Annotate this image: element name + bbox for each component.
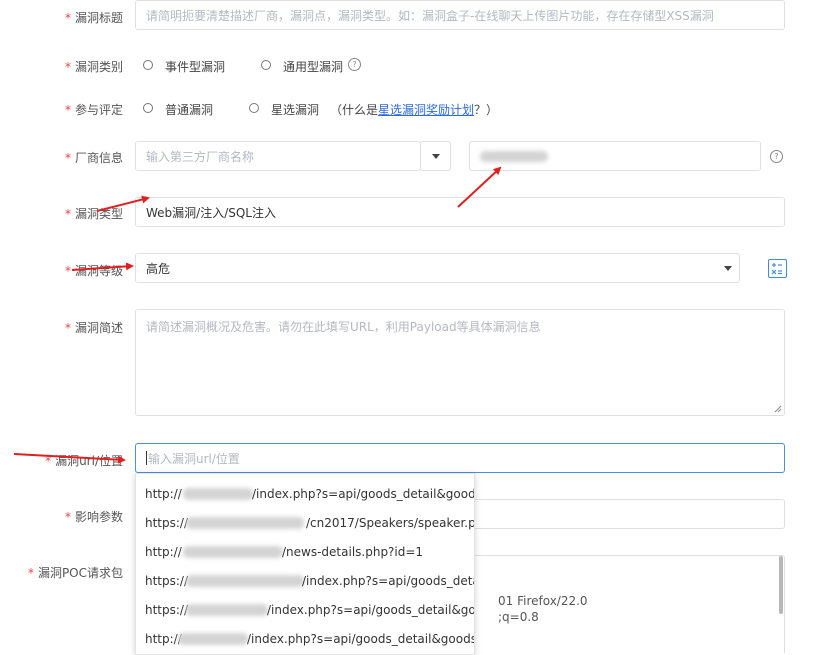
redacted-domain xyxy=(186,575,304,587)
vuln-type-label: * 漏洞类型 xyxy=(64,207,123,221)
suggestion-item[interactable]: https:// /index.php?s=api/goods_detail&g… xyxy=(136,595,474,624)
rating-note: （什么是星选漏洞奖励计划？） xyxy=(330,103,499,117)
caret-down-icon xyxy=(432,154,440,159)
category-radio-event[interactable] xyxy=(143,60,153,70)
suggestion-item[interactable]: http:// /index.php?s=api/goods_detail&go… xyxy=(136,479,474,508)
suggestion-item[interactable]: http:// /index.php?s=api/goods_detail&go… xyxy=(136,624,474,653)
redacted-domain xyxy=(186,517,304,529)
url-suggestions-dropdown: http:// /index.php?s=api/goods_detail&go… xyxy=(135,473,475,655)
vendor-input[interactable]: 输入第三方厂商名称 xyxy=(135,141,421,171)
rating-label: * 参与评定 xyxy=(64,103,123,117)
title-placeholder: 请简明扼要清楚描述厂商，漏洞点，漏洞类型。如：漏洞盒子-在线聊天上传图片功能，存… xyxy=(146,8,714,23)
resize-handle-icon[interactable] xyxy=(774,405,782,413)
poc-text-fragment-2: ;q=0.8 xyxy=(498,610,539,624)
rating-radio-normal[interactable] xyxy=(143,103,153,113)
url-label: * 漏洞url/位置 xyxy=(45,454,123,468)
level-select[interactable]: 高危 xyxy=(135,253,740,283)
category-option-event[interactable]: 事件型漏洞 xyxy=(165,58,225,75)
question-circle-icon[interactable]: ? xyxy=(770,150,783,163)
suggestion-item[interactable]: https:// /cn2017/Speakers/speaker.php?id… xyxy=(136,508,474,537)
vendor-placeholder: 输入第三方厂商名称 xyxy=(146,149,255,164)
redacted-text xyxy=(480,151,548,162)
category-option-generic[interactable]: 通用型漏洞 xyxy=(283,58,343,75)
params-label: * 影响参数 xyxy=(64,510,123,524)
redacted-domain xyxy=(178,633,248,645)
rating-radio-star[interactable] xyxy=(249,103,259,113)
title-input[interactable]: 请简明扼要清楚描述厂商，漏洞点，漏洞类型。如：漏洞盒子-在线聊天上传图片功能，存… xyxy=(135,0,785,30)
redacted-domain xyxy=(183,488,253,500)
vendor-detail-input[interactable] xyxy=(469,141,761,171)
poc-text-fragment-1: 01 Firefox/22.0 xyxy=(498,594,588,608)
category-label: * 漏洞类别 xyxy=(64,60,123,74)
category-radio-generic[interactable] xyxy=(261,60,271,70)
suggestion-item[interactable]: https:// /index.php?s=api/goods_detail&g… xyxy=(136,566,474,595)
vendor-label: * 厂商信息 xyxy=(64,151,123,165)
rating-option-star[interactable]: 星选漏洞 xyxy=(271,101,319,118)
description-placeholder: 请简述漏洞概况及危害。请勿在此填写URL，利用Payload等具体漏洞信息 xyxy=(146,320,541,334)
question-circle-icon[interactable]: ? xyxy=(348,58,361,71)
star-program-link[interactable]: 星选漏洞奖励计划 xyxy=(378,103,474,117)
description-label: * 漏洞简述 xyxy=(64,321,123,335)
vendor-dropdown-button[interactable] xyxy=(420,141,451,171)
caret-down-icon xyxy=(724,266,732,271)
level-label: * 漏洞等级 xyxy=(64,264,123,278)
title-label: * 漏洞标题 xyxy=(64,11,123,25)
level-value: 高危 xyxy=(146,261,171,276)
rating-option-normal[interactable]: 普通漏洞 xyxy=(165,101,213,118)
url-input[interactable]: 输入漏洞url/位置 xyxy=(135,443,785,473)
poc-label: * 漏洞POC请求包 xyxy=(27,566,123,580)
required-mark: * xyxy=(64,11,71,25)
redacted-domain xyxy=(186,604,268,616)
description-textarea[interactable]: 请简述漏洞概况及危害。请勿在此填写URL，利用Payload等具体漏洞信息 xyxy=(135,309,785,416)
vuln-type-value: Web漏洞/注入/SQL注入 xyxy=(146,205,276,220)
calculator-icon[interactable] xyxy=(768,259,787,278)
text-cursor xyxy=(146,451,147,465)
suggestion-item[interactable]: http:// /news-details.php?id=1 xyxy=(136,537,474,566)
url-placeholder: 输入漏洞url/位置 xyxy=(148,451,240,466)
vuln-type-input[interactable]: Web漏洞/注入/SQL注入 xyxy=(135,197,785,227)
redacted-domain xyxy=(183,546,283,558)
poc-scrollbar[interactable] xyxy=(779,556,783,614)
